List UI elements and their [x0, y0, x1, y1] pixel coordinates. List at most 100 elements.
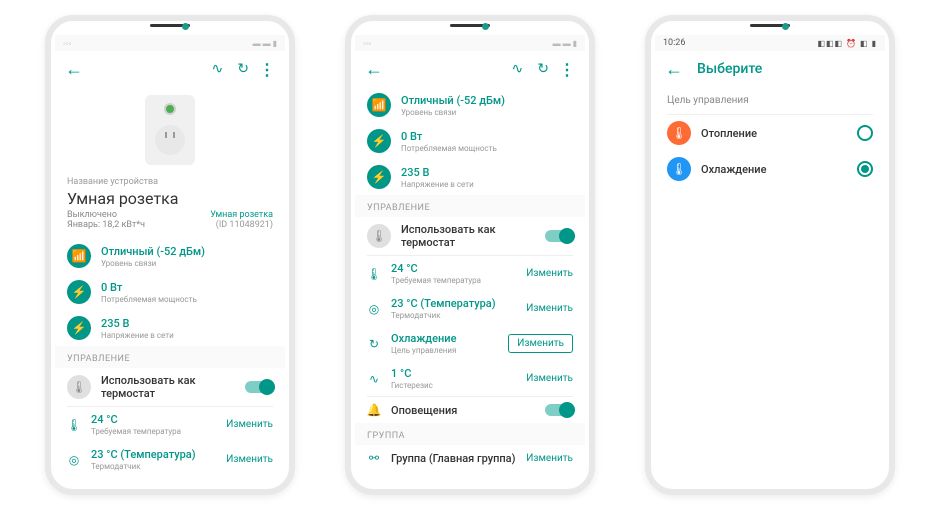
- thermostat-toggle[interactable]: [545, 230, 573, 242]
- section-group: ГРУППА: [355, 423, 585, 445]
- row-voltage[interactable]: ⚡ 235 В Напряжение в сети: [355, 159, 585, 195]
- thermometer-icon: 🌡: [67, 375, 91, 399]
- device-model: Умная розетка: [210, 210, 273, 220]
- subtitle: Цель управления: [655, 87, 885, 114]
- thermometer-icon: 🌡: [367, 224, 391, 248]
- status-time: 10:26: [663, 38, 685, 48]
- row-sensor[interactable]: ◎ 23 °С (Температура) Термодатчик Измени…: [355, 291, 585, 326]
- device-label: Название устройства: [55, 177, 285, 187]
- sensor-icon: ◎: [367, 302, 381, 316]
- temp-icon: 🌡: [67, 418, 81, 432]
- row-thermostat[interactable]: 🌡 Использовать как термостат: [55, 368, 285, 406]
- target-temp-sub: Требуемая температура: [391, 276, 516, 285]
- row-power[interactable]: ⚡ 0 Вт Потребляемая мощность: [355, 123, 585, 159]
- sensor-sub: Термодатчик: [91, 462, 216, 471]
- voltage-title: 235 В: [101, 317, 273, 330]
- device-state: Выключено: [67, 210, 145, 220]
- group-label: Группа (Главная группа): [391, 452, 516, 465]
- signal-sub: Уровень связи: [401, 108, 573, 117]
- voltage-title: 235 В: [401, 166, 573, 179]
- sensor-sub: Термодатчик: [391, 311, 516, 320]
- change-goal[interactable]: Изменить: [508, 334, 573, 353]
- bolt-icon: ⚡: [67, 280, 91, 304]
- row-target-temp[interactable]: 🌡 24 °C Требуемая температура Изменить: [355, 256, 585, 291]
- option-heating[interactable]: 🌡 Отопление: [655, 115, 885, 151]
- cooling-radio[interactable]: [857, 161, 873, 177]
- goal-title: Охлаждение: [391, 332, 498, 345]
- status-bar: 10:26 ◧◧◧ ⏰ ◧ ▮: [655, 35, 885, 51]
- thermostat-label: Использовать как термостат: [101, 374, 235, 400]
- device-image: [55, 87, 285, 173]
- group-icon: ⚯: [367, 451, 381, 465]
- change-hysteresis[interactable]: Изменить: [526, 373, 573, 384]
- row-signal[interactable]: 📶 Отличный (-52 дБм) Уровень связи: [355, 87, 585, 123]
- sensor-title: 23 °С (Температура): [91, 448, 216, 461]
- row-power[interactable]: ⚡ 0 Вт Потребляемая мощность: [55, 274, 285, 310]
- change-target-temp[interactable]: Изменить: [526, 268, 573, 279]
- target-temp-title: 24 °C: [391, 262, 516, 275]
- goal-icon: ↻: [367, 337, 381, 351]
- device-meta: Выключено Январь: 18,2 кВт*ч Умная розет…: [55, 208, 285, 238]
- change-group[interactable]: Изменить: [526, 453, 573, 464]
- power-title: 0 Вт: [101, 281, 273, 294]
- plug-icon: ⚡: [367, 165, 391, 189]
- power-sub: Потребляемая мощность: [101, 295, 273, 304]
- back-button[interactable]: ←: [365, 59, 383, 80]
- heating-radio[interactable]: [857, 125, 873, 141]
- power-sub: Потребляемая мощность: [401, 144, 573, 153]
- power-title: 0 Вт: [401, 130, 573, 143]
- target-temp-sub: Требуемая температура: [91, 427, 216, 436]
- row-sensor[interactable]: ◎ 23 °С (Температура) Термодатчик Измени…: [55, 442, 285, 477]
- option-cooling[interactable]: 🌡 Охлаждение: [655, 151, 885, 187]
- row-voltage[interactable]: ⚡ 235 В Напряжение в сети: [55, 310, 285, 346]
- menu-dots-icon[interactable]: ⋮: [259, 60, 275, 79]
- row-hysteresis[interactable]: ∿ 1 °C Гистерезис Изменить: [355, 361, 585, 396]
- row-thermostat[interactable]: 🌡 Использовать как термостат: [355, 217, 585, 255]
- top-bar: ← ∿ ↻ ⋮: [55, 51, 285, 87]
- hysteresis-icon: ∿: [367, 372, 381, 386]
- bolt-icon: ⚡: [367, 129, 391, 153]
- section-control: УПРАВЛЕНИЕ: [55, 346, 285, 368]
- row-notifications[interactable]: 🔔 Оповещения: [355, 397, 585, 423]
- temp-icon: 🌡: [367, 267, 381, 281]
- notifications-toggle[interactable]: [545, 404, 573, 416]
- status-bar: ◦◦◦▬ ▬ ▮: [55, 35, 285, 51]
- target-temp-title: 24 °C: [91, 413, 216, 426]
- voltage-sub: Напряжение в сети: [101, 331, 273, 340]
- row-group[interactable]: ⚯ Группа (Главная группа) Изменить: [355, 445, 585, 471]
- signal-title: Отличный (-52 дБм): [401, 94, 573, 107]
- change-sensor[interactable]: Изменить: [526, 303, 573, 314]
- cooling-icon: 🌡: [667, 157, 691, 181]
- top-bar: ← Выберите: [655, 51, 885, 87]
- graph-icon[interactable]: ∿: [512, 61, 524, 77]
- change-sensor[interactable]: Изменить: [226, 454, 273, 465]
- sensor-title: 23 °С (Температура): [391, 297, 516, 310]
- back-button[interactable]: ←: [65, 59, 83, 80]
- change-target-temp[interactable]: Изменить: [226, 419, 273, 430]
- graph-icon[interactable]: ∿: [212, 61, 224, 77]
- wifi-icon: 📶: [367, 93, 391, 117]
- bell-icon: 🔔: [367, 403, 381, 417]
- thermostat-toggle[interactable]: [245, 381, 273, 393]
- row-signal[interactable]: 📶 Отличный (-52 дБм) Уровень связи: [55, 238, 285, 274]
- row-target-temp[interactable]: 🌡 24 °C Требуемая температура Изменить: [55, 407, 285, 442]
- heating-label: Отопление: [701, 127, 847, 140]
- hysteresis-title: 1 °C: [391, 367, 516, 380]
- device-consumption: Январь: 18,2 кВт*ч: [67, 220, 145, 230]
- signal-sub: Уровень связи: [101, 259, 273, 268]
- voltage-sub: Напряжение в сети: [401, 180, 573, 189]
- menu-dots-icon[interactable]: ⋮: [559, 60, 575, 79]
- row-goal[interactable]: ↻ Охлаждение Цель управления Изменить: [355, 326, 585, 361]
- refresh-icon[interactable]: ↻: [537, 61, 549, 77]
- status-bar: ◦◦◦▬ ▬ ▮: [355, 35, 585, 51]
- sensor-icon: ◎: [67, 453, 81, 467]
- back-button[interactable]: ←: [665, 59, 683, 80]
- device-name: Умная розетка: [55, 189, 285, 208]
- page-title: Выберите: [697, 61, 762, 77]
- cooling-label: Охлаждение: [701, 163, 847, 176]
- signal-title: Отличный (-52 дБм): [101, 245, 273, 258]
- refresh-icon[interactable]: ↻: [237, 61, 249, 77]
- top-bar: ← ∿ ↻ ⋮: [355, 51, 585, 87]
- section-control: УПРАВЛЕНИЕ: [355, 195, 585, 217]
- device-id: (ID 11048921): [210, 220, 273, 230]
